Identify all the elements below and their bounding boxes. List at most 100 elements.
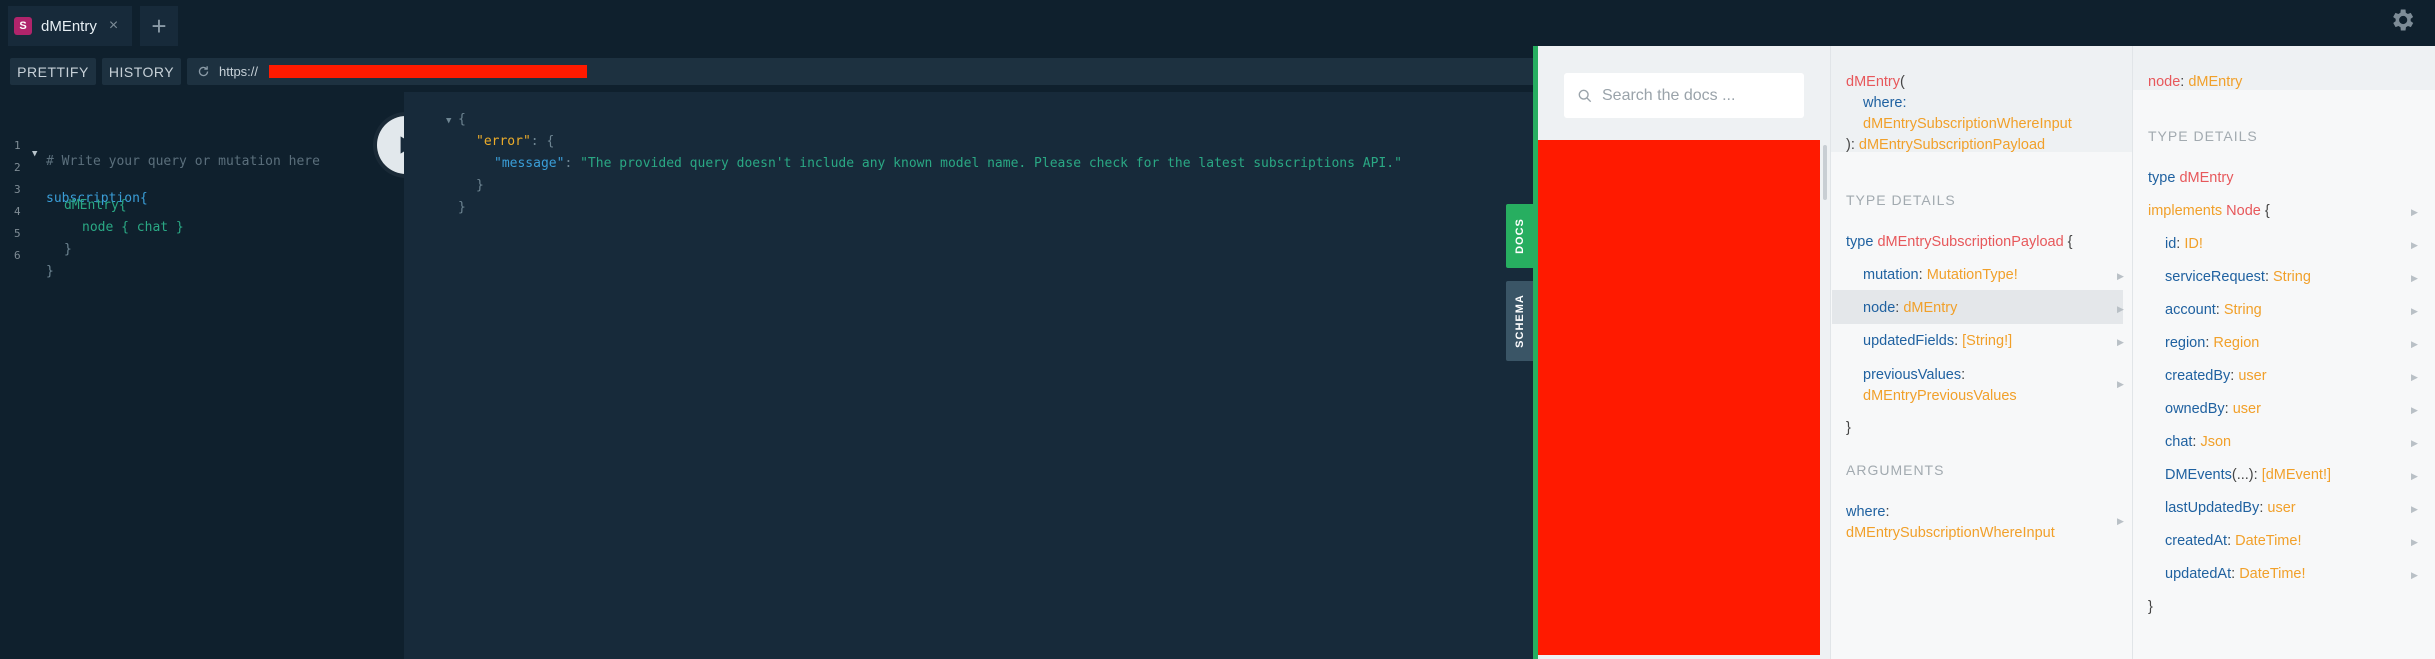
argument-name: where: bbox=[1863, 95, 1907, 111]
expand-arrow-icon[interactable]: ▶ bbox=[2411, 339, 2418, 350]
editor-line: 3 dMEntry{ bbox=[0, 168, 127, 213]
field-type: user bbox=[2232, 401, 2261, 417]
argument-row[interactable]: where: bbox=[1846, 504, 1890, 520]
expand-arrow-icon[interactable]: ▶ bbox=[2411, 471, 2418, 482]
signature-line: dMEntry( bbox=[1846, 74, 1905, 90]
query-editor[interactable]: 1 # Write your query or mutation here 2 … bbox=[0, 92, 404, 659]
message-key: "message" bbox=[494, 156, 565, 171]
docs-explorer-column: Search the docs ... bbox=[1538, 46, 1830, 659]
result-punc: : bbox=[564, 156, 581, 171]
field-row-mutation[interactable]: mutation: MutationType! bbox=[1863, 267, 2018, 283]
expand-arrow-icon[interactable]: ▶ bbox=[2411, 537, 2418, 548]
line-number: 6 bbox=[14, 249, 21, 262]
brace: } bbox=[1846, 420, 1851, 436]
schema-tab-label: SCHEMA bbox=[1514, 294, 1527, 348]
fold-arrow-icon[interactable]: ▼ bbox=[446, 116, 451, 126]
expand-arrow-icon[interactable]: ▶ bbox=[2117, 379, 2124, 390]
field-type: dMEntry bbox=[1903, 300, 1958, 316]
field-type[interactable]: dMEntryPreviousValues bbox=[1863, 388, 2017, 404]
type-details-heading: TYPE DETAILS bbox=[2148, 128, 2258, 144]
result-error-line: "error": { bbox=[476, 134, 554, 149]
close-icon[interactable]: × bbox=[109, 17, 118, 35]
expand-arrow-icon[interactable]: ▶ bbox=[2411, 273, 2418, 284]
expand-arrow-icon[interactable]: ▶ bbox=[2411, 405, 2418, 416]
expand-arrow-icon[interactable]: ▶ bbox=[2411, 570, 2418, 581]
field-name: updatedAt bbox=[2165, 566, 2232, 582]
expand-arrow-icon[interactable]: ▶ bbox=[2117, 271, 2124, 282]
docs-search-input[interactable]: Search the docs ... bbox=[1564, 73, 1804, 118]
return-type-link[interactable]: dMEntrySubscriptionPayload bbox=[1859, 137, 2045, 153]
field-row[interactable]: chat: Json bbox=[2165, 434, 2231, 450]
result-brace: } bbox=[458, 200, 466, 215]
expand-arrow-icon[interactable]: ▶ bbox=[2411, 438, 2418, 449]
field-row[interactable]: createdBy: user bbox=[2165, 368, 2267, 384]
node-label: node bbox=[2148, 74, 2181, 90]
expand-arrow-icon[interactable]: ▶ bbox=[2411, 207, 2418, 218]
tab-dmentry[interactable]: S dMEntry × bbox=[8, 6, 132, 46]
field-name: updatedFields bbox=[1863, 333, 1955, 349]
tab-docs[interactable]: DOCS bbox=[1506, 204, 1534, 268]
argument-type-link[interactable]: dMEntrySubscriptionWhereInput bbox=[1863, 116, 2072, 132]
expand-arrow-icon[interactable]: ▶ bbox=[2117, 516, 2124, 527]
redacted-area bbox=[1538, 140, 1820, 655]
field-type: String bbox=[2273, 269, 2311, 285]
implements-row[interactable]: implements Node { bbox=[2148, 203, 2270, 219]
field-type: [String!] bbox=[1962, 333, 2013, 349]
node-type: dMEntry bbox=[2188, 74, 2243, 90]
signature-name: dMEntry bbox=[1846, 74, 1900, 90]
field-name: node bbox=[1863, 300, 1896, 316]
tab-bar: S dMEntry × + bbox=[0, 0, 2435, 46]
field-name: account bbox=[2165, 302, 2216, 318]
brace: } bbox=[2148, 599, 2153, 615]
field-row[interactable]: lastUpdatedBy: user bbox=[2165, 500, 2296, 516]
tab-schema[interactable]: SCHEMA bbox=[1506, 281, 1534, 361]
history-button[interactable]: HISTORY bbox=[102, 58, 181, 85]
field-row-updated-fields[interactable]: updatedFields: [String!] bbox=[1863, 333, 2012, 349]
expand-arrow-icon[interactable]: ▶ bbox=[2411, 306, 2418, 317]
field-name: mutation bbox=[1863, 267, 1919, 283]
docs-field-column: dMEntry( where: dMEntrySubscriptionWhere… bbox=[1830, 46, 2133, 659]
field-name: serviceRequest bbox=[2165, 269, 2265, 285]
code-field: node { chat } bbox=[82, 220, 184, 235]
scrollbar[interactable] bbox=[1823, 145, 1827, 200]
field-row[interactable]: serviceRequest: String bbox=[2165, 269, 2311, 285]
type-declaration: type dMEntry bbox=[2148, 170, 2233, 186]
field-args: (...) bbox=[2231, 467, 2254, 483]
field-row[interactable]: DMEvents(...): [dMEvent!] bbox=[2165, 467, 2331, 483]
field-row[interactable]: region: Region bbox=[2165, 335, 2259, 351]
reload-icon[interactable] bbox=[197, 65, 210, 78]
brace: { bbox=[2264, 203, 2270, 219]
result-brace: } bbox=[476, 178, 484, 193]
field-row[interactable]: createdAt: DateTime! bbox=[2165, 533, 2301, 549]
editor-line: 6 } bbox=[0, 234, 54, 279]
field-name: DMEvents bbox=[2165, 467, 2232, 483]
expand-arrow-icon[interactable]: ▶ bbox=[2117, 337, 2124, 348]
expand-arrow-icon[interactable]: ▶ bbox=[2411, 240, 2418, 251]
field-row[interactable]: id: ID! bbox=[2165, 236, 2203, 252]
field-name: id bbox=[2165, 236, 2177, 252]
error-key: "error" bbox=[476, 134, 531, 149]
expand-arrow-icon[interactable]: ▶ bbox=[2411, 504, 2418, 515]
field-row-previous-values[interactable]: previousValues: bbox=[1863, 367, 1965, 383]
field-row[interactable]: updatedAt: DateTime! bbox=[2165, 566, 2306, 582]
field-type: user bbox=[2238, 368, 2267, 384]
argument-type-link[interactable]: dMEntrySubscriptionWhereInput bbox=[1846, 525, 2055, 541]
expand-arrow-icon[interactable]: ▶ bbox=[2117, 304, 2124, 315]
expand-arrow-icon[interactable]: ▶ bbox=[2411, 372, 2418, 383]
add-tab-button[interactable]: + bbox=[140, 6, 178, 46]
type-details-heading: TYPE DETAILS bbox=[1846, 192, 1956, 208]
result-punc: : { bbox=[530, 134, 555, 149]
signature-close: ): bbox=[1846, 137, 1855, 153]
field-row[interactable]: ownedBy: user bbox=[2165, 401, 2261, 417]
prettify-button[interactable]: PRETTIFY bbox=[10, 58, 96, 85]
field-row[interactable]: account: String bbox=[2165, 302, 2262, 318]
tab-title: dMEntry bbox=[41, 17, 97, 35]
argument-name: where bbox=[1846, 504, 1886, 520]
fold-arrow-icon[interactable]: ▼ bbox=[32, 149, 37, 159]
gear-icon[interactable] bbox=[2388, 6, 2416, 34]
field-row-node[interactable]: node: dMEntry bbox=[1863, 300, 1957, 316]
signature-open: ( bbox=[1900, 74, 1905, 90]
endpoint-url-input[interactable]: https:// bbox=[187, 58, 1536, 85]
field-name: region bbox=[2165, 335, 2206, 351]
type-name: dMEntry bbox=[2179, 170, 2234, 186]
